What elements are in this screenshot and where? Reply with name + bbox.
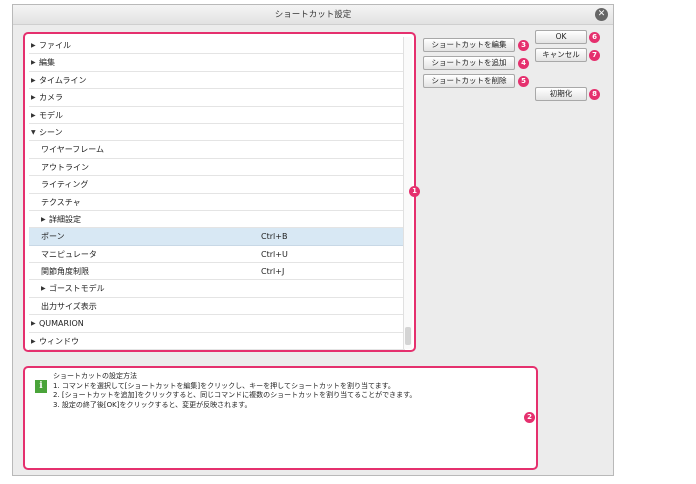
tree-row-label: ファイル — [39, 41, 71, 50]
delete-shortcut-button[interactable]: ショートカットを削除 — [423, 74, 515, 88]
help-heading: ショートカットの設定方法 — [53, 372, 137, 380]
tree-row-label: シーン — [39, 127, 63, 137]
triangle-right-icon[interactable]: ▶ — [31, 107, 39, 124]
tree-row-label: ライティング — [41, 180, 89, 190]
tree-row[interactable]: 出力サイズ表示 — [29, 297, 405, 316]
tree-row[interactable]: ▶ モデル — [29, 106, 405, 124]
help-step-2: 2. [ショートカットを追加]をクリックすると、同じコマンドに複数のショートカッ… — [53, 391, 417, 399]
triangle-down-icon[interactable]: ▼ — [31, 124, 39, 141]
tree-row-shortcut: Ctrl+J — [261, 267, 285, 277]
tree-row[interactable]: ▶ ゴーストモデル — [29, 280, 405, 298]
info-icon: i — [35, 380, 47, 393]
tree-row[interactable]: ▶ 編集 — [29, 54, 405, 72]
callout-badge-8: 8 — [589, 89, 600, 100]
tree-row-label: ポーン — [41, 232, 65, 242]
window-title: ショートカット設定 — [274, 10, 352, 20]
tree-row[interactable]: 関節角度制限 Ctrl+J — [29, 263, 405, 281]
tree-row-shortcut: Ctrl+B — [261, 232, 288, 242]
tree-row-label: アウトライン — [41, 162, 89, 172]
command-tree-list: ▶ ファイル ▶ 編集 ▶ タイムライン ▶ カメラ ▶ モデル ▼ シーン ワイヤーフレーム アウトライ… — [29, 37, 405, 350]
tree-row[interactable]: ▶ QUMARION — [29, 315, 405, 333]
callout-badge-7: 7 — [589, 50, 600, 61]
command-tree: ▶ ファイル ▶ 編集 ▶ タイムライン ▶ カメラ ▶ モデル ▼ シーン ワイヤーフレーム アウトライ… — [23, 32, 416, 352]
tree-row[interactable]: アウトライン — [29, 158, 405, 177]
cancel-button[interactable]: キャンセル — [535, 48, 587, 62]
callout-badge-6: 6 — [589, 32, 600, 43]
triangle-right-icon[interactable]: ▶ — [31, 37, 39, 54]
tree-row[interactable]: ▶ ウィンドウ — [29, 332, 405, 350]
shortcut-settings-dialog: ショートカット設定 ✕ ▶ ファイル ▶ 編集 ▶ タイムライン ▶ カメラ ▶ モデル ▼ シーンワ… — [12, 4, 614, 476]
tree-row-label: マニピュレータ — [41, 249, 97, 259]
help-text: ショートカットの設定方法 1. コマンドを選択して[ショートカットを編集]をクリ… — [53, 372, 416, 410]
callout-badge-3: 3 — [518, 40, 529, 51]
tree-row-label: QUMARION — [39, 319, 84, 329]
tree-row[interactable]: ▶ 詳細設定 — [29, 210, 405, 229]
tree-row[interactable]: ▶ ファイル — [29, 37, 405, 55]
tree-row-label: モデル — [39, 110, 63, 120]
tree-row-label: ゴーストモデル — [49, 284, 105, 294]
help-step-3: 3. 設定の終了後[OK]をクリックすると、変更が反映されます。 — [53, 400, 252, 409]
tree-row-label: 編集 — [39, 58, 55, 68]
tree-row[interactable]: ポーン Ctrl+B — [29, 228, 405, 246]
scrollbar-thumb[interactable] — [405, 327, 411, 345]
ok-button[interactable]: OK — [535, 30, 587, 44]
help-panel: i ショートカットの設定方法 1. コマンドを選択して[ショートカットを編集]を… — [23, 366, 538, 470]
callout-badge-2: 2 — [524, 412, 535, 423]
tree-row[interactable]: マニピュレータ Ctrl+U — [29, 245, 405, 264]
title-bar: ショートカット設定 ✕ — [13, 5, 613, 25]
triangle-right-icon[interactable]: ▶ — [31, 333, 39, 350]
edit-shortcut-button[interactable]: ショートカットを編集 — [423, 38, 515, 52]
add-shortcut-button[interactable]: ショートカットを追加 — [423, 56, 515, 70]
callout-badge-4: 4 — [518, 58, 529, 69]
triangle-right-icon[interactable]: ▶ — [41, 280, 49, 297]
tree-row-label: テクスチャ — [41, 197, 81, 207]
tree-row-label: 詳細設定 — [49, 214, 81, 224]
callout-badge-5: 5 — [518, 76, 529, 87]
triangle-right-icon[interactable]: ▶ — [41, 211, 49, 228]
tree-row-label: 関節角度制限 — [41, 267, 89, 277]
tree-row[interactable]: ▼ シーン — [29, 123, 405, 142]
triangle-right-icon[interactable]: ▶ — [31, 72, 39, 89]
tree-row-label: 出力サイズ表示 — [41, 301, 97, 311]
tree-row-label: タイムライン — [39, 75, 87, 85]
tree-row[interactable]: ▶ タイムライン — [29, 71, 405, 90]
tree-row[interactable]: テクスチャ — [29, 193, 405, 211]
tree-row[interactable]: ▶ カメラ — [29, 89, 405, 107]
tree-row-label: ワイヤーフレーム — [41, 145, 105, 155]
tree-row[interactable]: ライティング — [29, 176, 405, 194]
callout-badge-1: 1 — [409, 186, 420, 197]
triangle-right-icon[interactable]: ▶ — [31, 315, 39, 332]
tree-row-shortcut: Ctrl+U — [261, 249, 288, 259]
tree-row-label: ウィンドウ — [39, 336, 79, 346]
help-step-1: 1. コマンドを選択して[ショートカットを編集]をクリックし、キーを押してショー… — [53, 381, 395, 390]
tree-row-label: カメラ — [39, 93, 63, 103]
close-icon[interactable]: ✕ — [595, 8, 608, 21]
tree-row[interactable]: ワイヤーフレーム — [29, 141, 405, 159]
triangle-right-icon[interactable]: ▶ — [31, 54, 39, 71]
reset-button[interactable]: 初期化 — [535, 87, 587, 101]
triangle-right-icon[interactable]: ▶ — [31, 89, 39, 106]
